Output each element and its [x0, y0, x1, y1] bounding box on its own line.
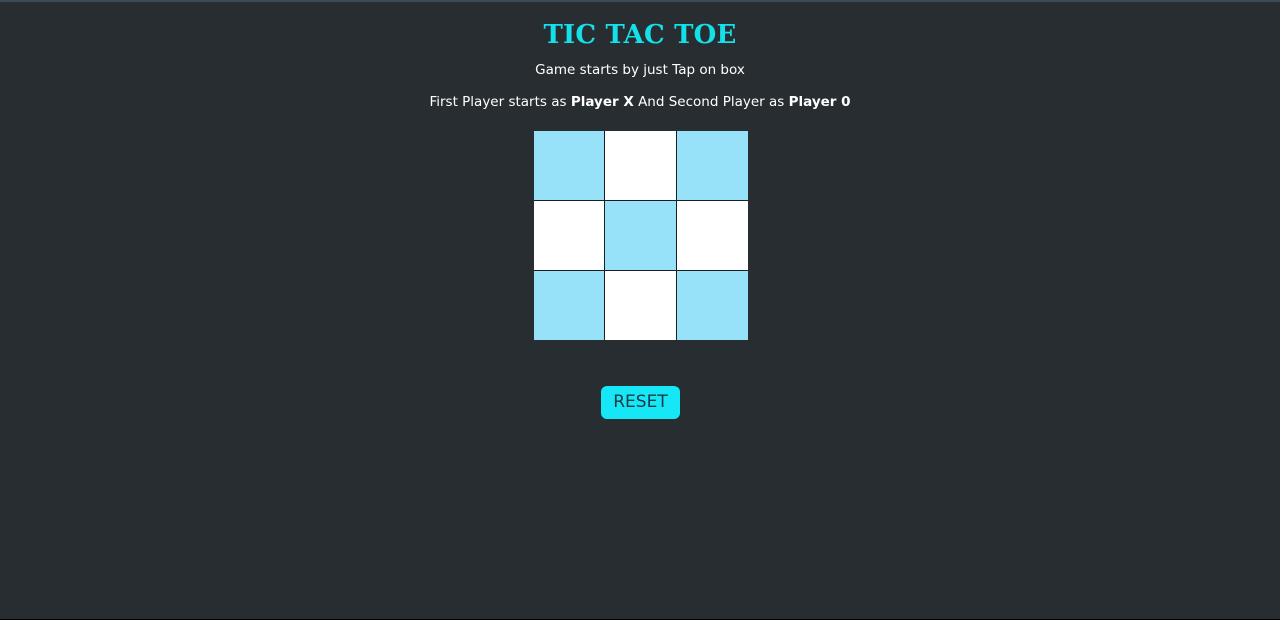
board-cell-6[interactable] [677, 201, 748, 270]
board-cell-1[interactable] [534, 131, 604, 200]
game-board [534, 131, 748, 340]
board-cell-3[interactable] [677, 131, 748, 200]
game-page: TIC TAC TOE Game starts by just Tap on b… [0, 0, 1280, 620]
player-x-label: Player X [570, 94, 634, 110]
board-cell-7[interactable] [534, 271, 604, 340]
reset-button[interactable]: RESET [601, 386, 680, 419]
players-info: First Player starts as Player X And Seco… [0, 93, 1280, 111]
board-cell-8[interactable] [605, 271, 676, 340]
instructions-text: Game starts by just Tap on box [535, 62, 745, 78]
board-cell-5[interactable] [605, 201, 676, 270]
board-cell-9[interactable] [677, 271, 748, 340]
player-o-label: Player 0 [788, 94, 851, 110]
players-middle: And Second Player as [633, 94, 789, 110]
board-cell-4[interactable] [534, 201, 604, 270]
players-prefix: First Player starts as [429, 94, 571, 110]
page-title: TIC TAC TOE [543, 20, 737, 50]
board-cell-2[interactable] [605, 131, 676, 200]
